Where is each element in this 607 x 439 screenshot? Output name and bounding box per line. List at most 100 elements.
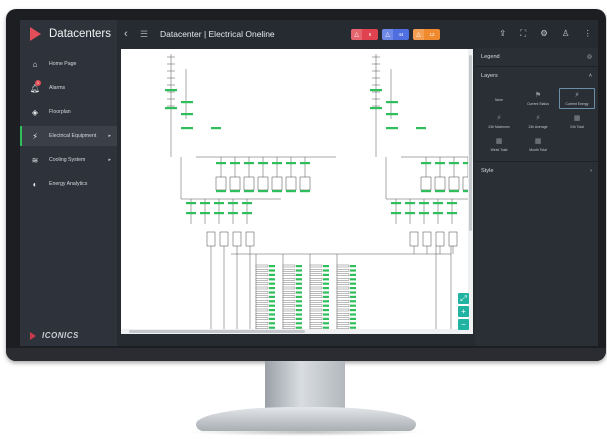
- pdu-status-tag: [296, 313, 302, 316]
- pdu-breaker: [255, 313, 269, 316]
- sidebar-item-floorplan[interactable]: ◈ Floorplan: [20, 102, 117, 122]
- layer-option-month-total[interactable]: ▦ Month Total: [520, 134, 556, 155]
- pdu-status-tag: [350, 265, 356, 268]
- pdu-status-tag: [350, 317, 356, 320]
- legend-header[interactable]: Legend ◎: [475, 48, 598, 66]
- layer-option-24h-average[interactable]: ⚡︎ 24h Average: [520, 111, 556, 132]
- zoom-out-button[interactable]: −: [458, 319, 469, 330]
- pdu-breaker: [336, 295, 350, 299]
- eye-hidden-icon[interactable]: ◎: [587, 54, 592, 60]
- pdu-breaker: [282, 299, 296, 303]
- app-screen: Datacenters ⌂ Home Page 🔔︎ 1 Alarms ◈ Floorpla…: [20, 20, 598, 346]
- layer-option-current-status[interactable]: ⚑ Current Status: [520, 88, 556, 109]
- status-tag: [386, 101, 398, 104]
- pdu-status-tag: [323, 287, 329, 290]
- pdu-status-tag: [323, 273, 329, 276]
- pdu-breaker: [309, 277, 323, 281]
- distribution-panel: [448, 176, 460, 191]
- horizontal-scroll-thumb[interactable]: [129, 330, 305, 333]
- status-tag: [230, 190, 240, 193]
- pdu-status-tag: [350, 269, 356, 272]
- vertical-scrollbar[interactable]: [468, 49, 473, 334]
- status-tag: [419, 212, 429, 215]
- critical-alarm-count[interactable]: △ 5: [351, 29, 378, 40]
- zoom-in-button[interactable]: +: [458, 306, 469, 317]
- sidebar-item-home-page[interactable]: ⌂ Home Page: [20, 54, 117, 74]
- alarm-count: 12: [429, 32, 435, 37]
- oneline-diagram-canvas[interactable]: ⤢ + −: [121, 49, 473, 334]
- pdu-breaker: [282, 317, 296, 320]
- brand[interactable]: Datacenters: [20, 20, 117, 48]
- warning-alarm-count[interactable]: △ 12: [413, 29, 440, 40]
- sidebar-item-electrical-equipment[interactable]: ⚡︎ Electrical Equipment ▸: [20, 126, 117, 146]
- sidebar-item-cooling-system[interactable]: ≋ Cooling System ▸: [20, 150, 117, 170]
- pdu-status-tag: [296, 304, 302, 307]
- status-tag: [386, 127, 398, 130]
- pdu-breaker: [282, 313, 296, 316]
- pdu-breaker: [282, 286, 296, 290]
- fit-to-screen-button[interactable]: ⤢: [458, 293, 469, 304]
- layer-option-none[interactable]: None: [481, 88, 517, 109]
- calendar-icon: ▦: [495, 137, 503, 145]
- pdu-status-tag: [350, 304, 356, 307]
- status-tag: [447, 202, 457, 205]
- sidebar-item-energy-analytics[interactable]: ◐ Energy Analytics: [20, 174, 117, 194]
- chevron-up-icon: ˄: [588, 73, 592, 79]
- distribution-panel: [215, 176, 227, 191]
- back-icon[interactable]: ‹: [124, 28, 138, 40]
- more-icon[interactable]: ⋮: [584, 28, 593, 39]
- brand-logo-icon: [30, 27, 41, 41]
- pdu-status-tag: [269, 309, 275, 312]
- status-tag: [391, 212, 401, 215]
- status-tag: [242, 202, 252, 205]
- distribution-panel: [229, 176, 241, 191]
- layer-label: 24h Total: [570, 124, 584, 129]
- pdu-status-tag: [323, 309, 329, 312]
- layer-option-24h-maximum[interactable]: ⚡︎ 24h Maximum: [481, 111, 517, 132]
- fullscreen-icon[interactable]: ⛶: [520, 28, 526, 39]
- status-tag: [416, 127, 426, 130]
- status-tag: [433, 212, 443, 215]
- pdu-status-tag: [323, 300, 329, 303]
- status-tag: [433, 202, 443, 205]
- pdu-breaker: [282, 304, 296, 307]
- pdu-status-tag: [350, 282, 356, 285]
- alert-triangle-icon: △: [351, 29, 362, 40]
- status-tag: [405, 202, 415, 205]
- pdu-status-tag: [323, 282, 329, 285]
- user-icon[interactable]: ♙: [562, 28, 570, 39]
- calendar-icon: ▦: [534, 137, 542, 145]
- layer-option-24h-total[interactable]: ▦ 24h Total: [559, 111, 595, 132]
- info-alarm-count[interactable]: △ 44: [382, 29, 409, 40]
- sidebar-item-label: Home Page: [49, 61, 77, 67]
- distribution-panel: [299, 176, 311, 191]
- settings-icon[interactable]: ⚙: [540, 28, 548, 39]
- pdu-status-tag: [269, 282, 275, 285]
- alarm-count: 44: [398, 32, 404, 37]
- pdu-status-tag: [323, 265, 329, 268]
- status-tag: [435, 190, 445, 193]
- status-tag: [300, 190, 310, 193]
- zoom-controls: ⤢ + −: [458, 293, 469, 330]
- pdu-breaker: [255, 299, 269, 303]
- style-header[interactable]: Style ›: [475, 161, 598, 180]
- status-tag: [449, 190, 459, 193]
- status-tag: [370, 107, 382, 110]
- hamburger-menu-icon[interactable]: ☰: [140, 29, 154, 40]
- horizontal-scrollbar[interactable]: [121, 329, 473, 334]
- status-tag: [449, 162, 459, 165]
- pdu-status-tag: [350, 322, 356, 325]
- layer-option-current-energy[interactable]: ⚡︎ Current Energy: [559, 88, 595, 109]
- layer-option-week-total[interactable]: ▦ Week Total: [481, 134, 517, 155]
- pdu-status-tag: [323, 317, 329, 320]
- share-icon[interactable]: ⇪: [499, 28, 506, 39]
- layer-label: 24h Average: [528, 124, 548, 129]
- pdu-status-tag: [269, 304, 275, 307]
- layers-header[interactable]: Layers ˄: [475, 66, 598, 85]
- status-tag: [272, 162, 282, 165]
- pdu-status-tag: [350, 295, 356, 298]
- status-tag: [186, 202, 196, 205]
- pdu-breaker: [309, 322, 323, 325]
- sidebar-item-alarms[interactable]: 🔔︎ 1 Alarms: [20, 78, 117, 98]
- vertical-scroll-thumb[interactable]: [469, 55, 472, 231]
